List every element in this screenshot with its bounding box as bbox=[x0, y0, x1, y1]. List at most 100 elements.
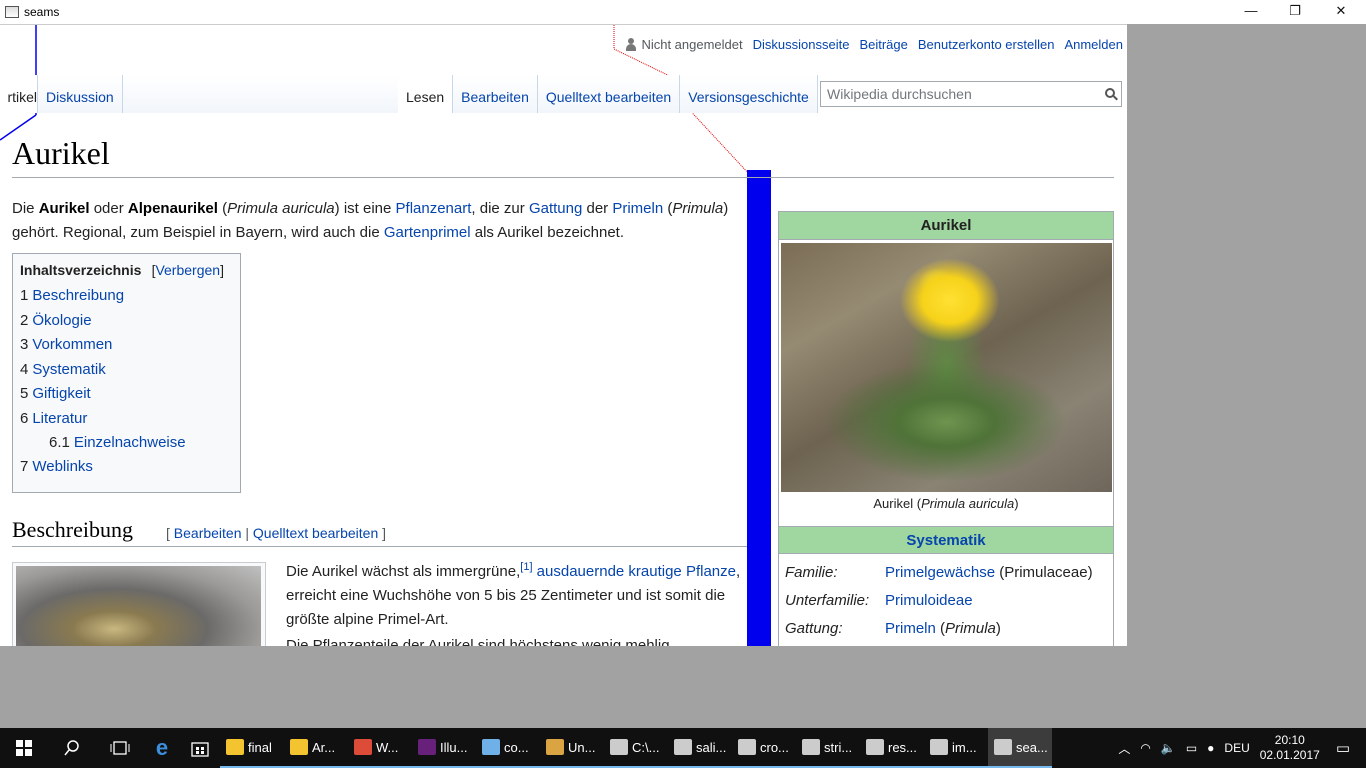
title-divider bbox=[12, 177, 1114, 178]
taskbar-app[interactable]: sea... bbox=[988, 728, 1052, 768]
maximize-button[interactable]: ❐ bbox=[1272, 0, 1318, 24]
section-edit-source-link[interactable]: Quelltext bearbeiten bbox=[253, 525, 378, 541]
link-primelgewaechse[interactable]: Primelgewächse bbox=[885, 564, 995, 581]
link-pflanzenart[interactable]: Pflanzenart bbox=[396, 200, 472, 217]
taxobox-image[interactable] bbox=[781, 243, 1112, 492]
chevron-up-icon[interactable]: ︿ bbox=[1118, 740, 1130, 757]
taskbar-app-label: sali... bbox=[696, 739, 727, 755]
search-icon bbox=[64, 740, 79, 756]
tab-discussion[interactable]: Diskussion bbox=[38, 75, 123, 113]
search-input[interactable]: Wikipedia durchsuchen bbox=[820, 81, 1122, 107]
link-gartenprimel[interactable]: Gartenprimel bbox=[384, 224, 471, 241]
taskbar-app[interactable]: res... bbox=[860, 728, 924, 768]
toc-list: 1 Beschreibung 2 Ökologie 3 Vorkommen 4 Systema… bbox=[20, 287, 233, 483]
taskbar-app[interactable]: Ar... bbox=[284, 728, 348, 768]
task-view-icon bbox=[110, 741, 130, 755]
taskbar-app[interactable]: co... bbox=[476, 728, 540, 768]
taskbar-app[interactable]: im... bbox=[924, 728, 988, 768]
tab-read[interactable]: Lesen bbox=[398, 75, 454, 113]
taxo-row-unterfamilie: Unterfamilie: Primuloideae bbox=[785, 592, 973, 609]
volume-icon[interactable]: 🔈 bbox=[1161, 741, 1176, 755]
taskbar-app-label: sea... bbox=[1016, 739, 1048, 755]
toc-item[interactable]: 5 Giftigkeit bbox=[20, 385, 233, 410]
link-krautige-pflanze[interactable]: ausdauernde krautige Pflanze bbox=[537, 563, 736, 580]
folder-icon bbox=[226, 739, 244, 755]
window-title: seams bbox=[24, 5, 60, 19]
window-icon bbox=[930, 739, 948, 755]
personal-tools: Nicht angemeldet Diskussionsseite Beiträ… bbox=[625, 37, 1123, 52]
store-button[interactable] bbox=[180, 728, 220, 768]
thumbnail-image[interactable] bbox=[16, 566, 261, 646]
search-icon[interactable] bbox=[1105, 88, 1115, 98]
section-thumbnail[interactable] bbox=[12, 562, 266, 646]
not-logged-in-label: Nicht angemeldet bbox=[641, 37, 743, 52]
edge-icon: e bbox=[155, 735, 169, 760]
notification-icon[interactable]: ▭ bbox=[1330, 739, 1356, 757]
contributions-link[interactable]: Beiträge bbox=[859, 37, 907, 52]
taskbar-app-label: co... bbox=[504, 739, 529, 755]
taskbar-app[interactable]: cro... bbox=[732, 728, 796, 768]
description-paragraph: Die Aurikel wächst als immergrüne,[1] au… bbox=[286, 561, 741, 628]
taskbar-app-label: W... bbox=[376, 739, 399, 755]
taskbar-app-label: Un... bbox=[568, 739, 596, 755]
taskbar-app[interactable]: Illu... bbox=[412, 728, 476, 768]
toc-item[interactable]: 1 Beschreibung bbox=[20, 287, 233, 312]
taskbar-app[interactable]: W... bbox=[348, 728, 412, 768]
page-title: Aurikel bbox=[12, 135, 110, 171]
tab-history[interactable]: Versionsgeschichte bbox=[680, 75, 818, 113]
toc-item[interactable]: 3 Vorkommen bbox=[20, 336, 233, 361]
window-background bbox=[1127, 24, 1366, 646]
toc-item[interactable]: 6 Literatur bbox=[20, 410, 233, 435]
view-tabs: Lesen Bearbeiten Quelltext bearbeiten Ve… bbox=[398, 75, 818, 113]
systematik-header[interactable]: Systematik bbox=[779, 526, 1113, 554]
chrome-tray-icon[interactable]: ● bbox=[1207, 741, 1214, 755]
search-button[interactable] bbox=[48, 728, 96, 768]
network-icon[interactable]: ◠ bbox=[1140, 741, 1150, 755]
taskbar-app-label: im... bbox=[952, 739, 977, 755]
link-gattung[interactable]: Gattung bbox=[529, 200, 582, 217]
app-icon bbox=[5, 6, 19, 18]
taskbar-apps: final Ar... W... Illu... co... Un... C:\... sal… bbox=[220, 728, 1052, 768]
toc-item[interactable]: 6.1 Einzelnachweise bbox=[20, 434, 233, 458]
console-icon bbox=[610, 739, 628, 755]
battery-icon[interactable]: ▭ bbox=[1186, 741, 1197, 755]
window-icon bbox=[994, 739, 1012, 755]
clock[interactable]: 20:10 02.01.2017 bbox=[1260, 733, 1320, 763]
window-icon bbox=[866, 739, 884, 755]
edge-button[interactable]: e bbox=[144, 728, 180, 768]
language-indicator[interactable]: DEU bbox=[1224, 741, 1249, 755]
toc-title: Inhaltsverzeichnis bbox=[20, 262, 142, 278]
taskbar-app[interactable]: C:\... bbox=[604, 728, 668, 768]
create-account-link[interactable]: Benutzerkonto erstellen bbox=[918, 37, 1055, 52]
tab-edit-source[interactable]: Quelltext bearbeiten bbox=[537, 75, 681, 113]
toc-item[interactable]: 2 Ökologie bbox=[20, 312, 233, 337]
start-button[interactable] bbox=[0, 728, 48, 768]
link-primeln[interactable]: Primeln bbox=[612, 200, 663, 217]
login-link[interactable]: Anmelden bbox=[1064, 37, 1123, 52]
taxo-row-familie: Familie: Primelgewächse (Primulaceae) bbox=[785, 564, 1093, 581]
taskbar-app[interactable]: stri... bbox=[796, 728, 860, 768]
toc-hide-link[interactable]: Verbergen bbox=[155, 262, 220, 278]
link-primuloideae[interactable]: Primuloideae bbox=[885, 592, 973, 609]
taskbar-app-label: res... bbox=[888, 739, 917, 755]
folder-icon bbox=[290, 739, 308, 755]
talk-link[interactable]: Diskussionsseite bbox=[753, 37, 850, 52]
task-view-button[interactable] bbox=[96, 728, 144, 768]
toc-item[interactable]: 4 Systematik bbox=[20, 361, 233, 386]
tab-article[interactable]: rtikel bbox=[0, 75, 38, 113]
tab-edit[interactable]: Bearbeiten bbox=[453, 75, 538, 113]
minimize-button[interactable]: — bbox=[1228, 0, 1274, 24]
reference-link[interactable]: [1] bbox=[520, 561, 532, 573]
user-icon bbox=[625, 38, 637, 51]
taskbar-app[interactable]: sali... bbox=[668, 728, 732, 768]
close-button[interactable]: ✕ bbox=[1318, 0, 1364, 24]
taskbar-app[interactable]: Un... bbox=[540, 728, 604, 768]
link-primeln-gattung[interactable]: Primeln bbox=[885, 620, 936, 637]
toc-item[interactable]: 7 Weblinks bbox=[20, 458, 233, 483]
tab-spacer bbox=[122, 75, 403, 113]
section-edit-link[interactable]: Bearbeiten bbox=[174, 525, 242, 541]
description-paragraph-2: Die Pflanzenteile der Aurikel sind höchs… bbox=[286, 637, 670, 646]
taskbar-app[interactable]: final bbox=[220, 728, 284, 768]
table-of-contents: Inhaltsverzeichnis [Verbergen] 1 Beschrei… bbox=[12, 253, 241, 493]
window-icon bbox=[802, 739, 820, 755]
